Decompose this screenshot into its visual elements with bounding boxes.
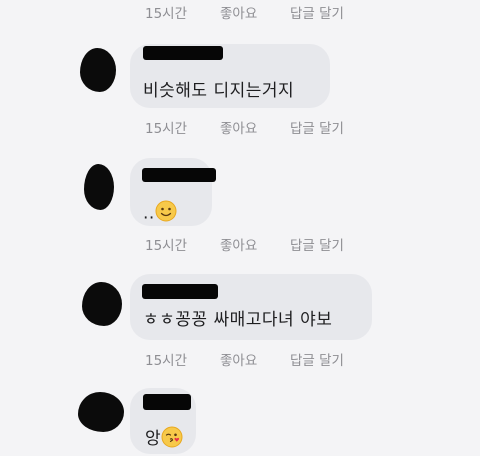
avatar[interactable]	[80, 48, 116, 92]
face-blowing-kiss-icon	[161, 426, 183, 453]
comment-thread: 15시간 좋아요 답글 달기 비슷해도 디지는거지 15시간 좋아요 답글 달기…	[0, 0, 480, 456]
redacted-author-name	[142, 284, 218, 299]
like-button[interactable]: 좋아요	[220, 2, 257, 22]
like-button[interactable]: 좋아요	[220, 234, 257, 254]
comment-text: ㅎㅎ꽁꽁 싸매고다녀 야보	[143, 310, 333, 330]
comment-text: ..	[143, 200, 177, 227]
like-button[interactable]: 좋아요	[220, 349, 257, 369]
reply-button[interactable]: 답글 달기	[290, 349, 344, 369]
comment-timestamp: 15시간	[145, 6, 188, 22]
like-button[interactable]: 좋아요	[220, 117, 257, 137]
reply-button[interactable]: 답글 달기	[290, 234, 344, 254]
redacted-author-name	[142, 168, 216, 182]
avatar[interactable]	[82, 282, 122, 326]
avatar[interactable]	[84, 164, 114, 210]
avatar[interactable]	[78, 392, 124, 432]
redacted-author-name	[143, 394, 191, 410]
reply-button[interactable]: 답글 달기	[290, 117, 344, 137]
comment-timestamp: 15시간	[145, 238, 188, 254]
comment-text: 앙	[145, 424, 183, 453]
comment-timestamp: 15시간	[145, 353, 188, 369]
redacted-author-name	[143, 46, 223, 60]
slightly-smiling-face-icon	[155, 200, 177, 227]
comment-timestamp: 15시간	[145, 121, 188, 137]
reply-button[interactable]: 답글 달기	[290, 2, 344, 22]
comment-text: 비슷해도 디지는거지	[143, 81, 295, 101]
